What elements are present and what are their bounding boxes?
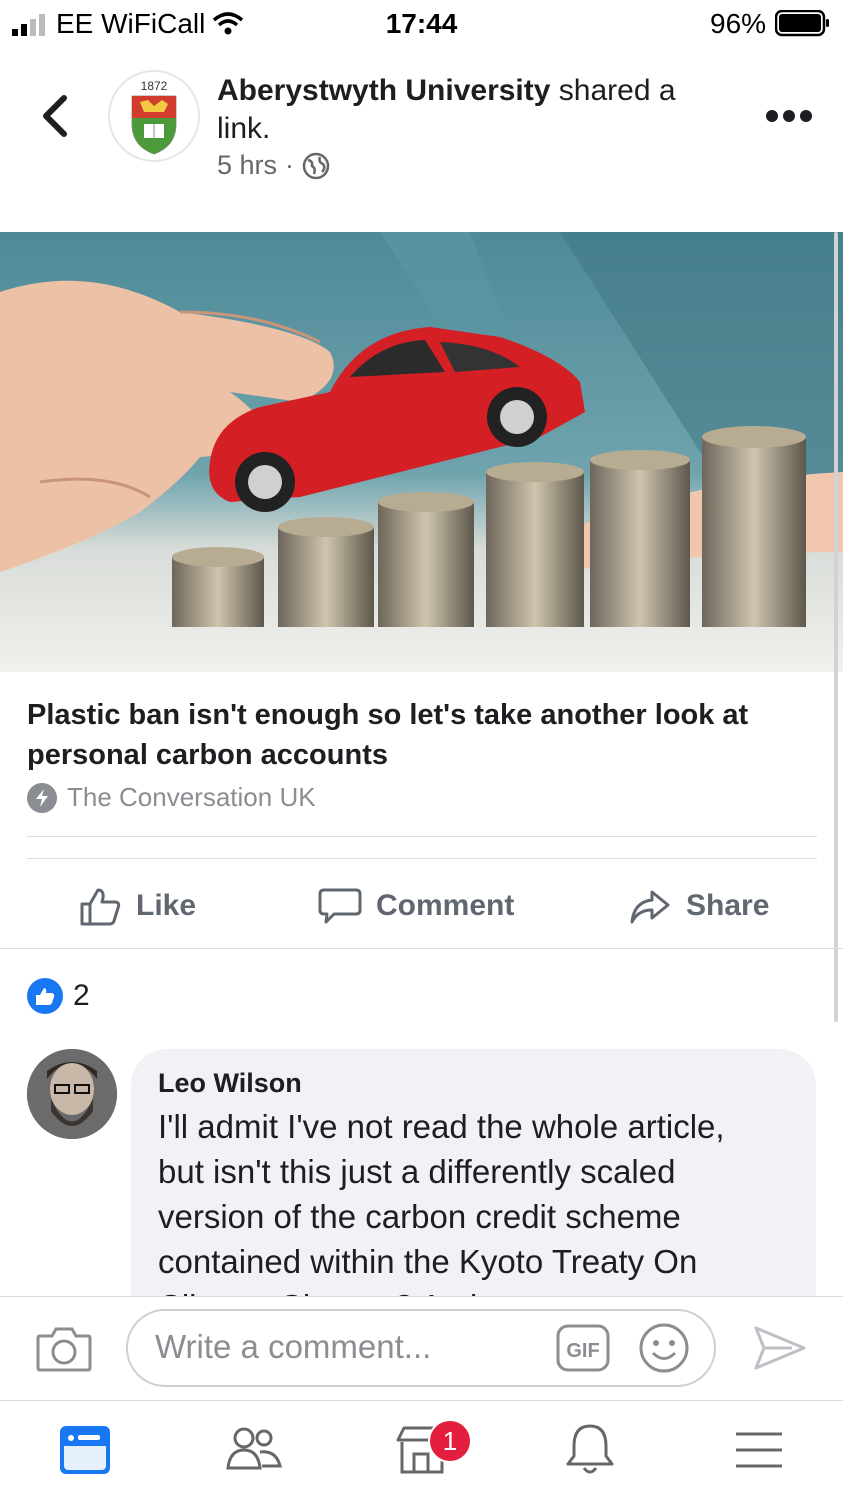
status-bar: EE WiFiCall 17:44 96% [0,0,843,50]
comment-bubble-icon [318,888,362,924]
link-title[interactable]: Plastic ban isn't enough so let's take a… [27,695,817,775]
like-label: Like [136,889,197,922]
battery-percent: 96% [710,8,767,39]
university-crest-logo: 1872 [131,79,177,155]
divider [27,858,817,859]
divider [0,948,843,949]
gif-icon[interactable]: GIF [556,1322,610,1374]
emoji-icon[interactable] [638,1322,690,1374]
like-button[interactable]: Like [78,880,196,932]
post-headline: Aberystwyth University shared a link. [217,72,737,148]
page-avatar[interactable]: 1872 [108,70,200,162]
comment-placeholder: Write a comment... [155,1328,432,1365]
tab-menu-hamburger-icon[interactable] [728,1420,788,1480]
battery-icon [775,10,829,37]
svg-text:GIF: GIF [566,1340,599,1362]
tab-notifications-bell-icon[interactable] [560,1420,620,1480]
meta-dot: · [285,150,295,180]
comment-button[interactable]: Comment [318,880,514,932]
comment-label: Comment [376,889,515,922]
like-reaction-icon [27,978,63,1014]
post-meta: 5 hrs · [217,150,330,181]
post-author[interactable]: Aberystwyth University [217,74,550,107]
marketplace-badge: 1 [428,1419,472,1463]
post-time[interactable]: 5 hrs [217,150,277,181]
globe-icon [302,152,330,179]
reaction-count: 2 [73,979,90,1012]
thumbs-up-icon [80,888,121,926]
back-chevron-icon[interactable] [36,94,76,138]
divider [27,836,817,837]
link-preview-image[interactable] [0,232,843,672]
more-options-icon[interactable] [764,103,814,129]
share-button[interactable]: Share [628,880,769,932]
link-source[interactable]: The Conversation UK [27,782,316,813]
instant-article-bolt-icon [27,782,57,813]
reaction-summary[interactable]: 2 [27,978,90,1014]
share-arrow-icon [630,890,670,924]
send-icon[interactable] [752,1322,808,1374]
car-on-coins-image [0,232,843,672]
tab-groups-icon[interactable] [224,1420,284,1480]
tab-news-feed-icon[interactable] [56,1420,116,1480]
camera-icon[interactable] [36,1324,92,1374]
commenter-avatar[interactable] [27,1049,117,1139]
link-source-name: The Conversation UK [67,782,316,812]
svg-text:1872: 1872 [141,79,168,93]
scroll-indicator[interactable] [834,232,838,1022]
commenter-name[interactable]: Leo Wilson [158,1068,302,1099]
share-label: Share [686,889,770,922]
